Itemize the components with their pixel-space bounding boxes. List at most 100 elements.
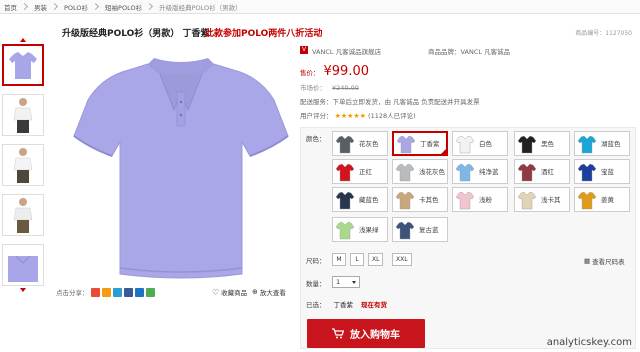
color-swatch[interactable]: 浅果绿 (332, 217, 388, 242)
shirt-swatch-icon (517, 191, 537, 209)
price-row: 售价： ¥99.00 (300, 64, 369, 79)
favorite-button[interactable]: ♡ 收藏商品 (212, 287, 247, 298)
breadcrumb-men[interactable]: 男装 (34, 2, 47, 12)
model-thumb-icon (13, 98, 33, 133)
share-douban-icon[interactable] (123, 287, 133, 297)
color-swatch-label: 花灰色 (359, 139, 379, 148)
color-swatch-label: 浅粉 (479, 195, 492, 204)
rating-stars: ★★★★★ (334, 112, 366, 120)
color-swatch[interactable]: 湖蓝色 (574, 131, 630, 156)
color-swatch[interactable]: 白色 (452, 131, 508, 156)
store-name[interactable]: VANCL 凡客诚品旗舰店 (312, 46, 381, 56)
breadcrumb-short-polo[interactable]: 短袖POLO衫 (105, 2, 142, 12)
shirt-swatch-icon (335, 135, 355, 153)
size-chart-label: 查看尺码表 (592, 258, 625, 266)
color-swatch[interactable]: 浅花灰色 (392, 159, 448, 184)
color-swatch[interactable]: 纯净蓝 (452, 159, 508, 184)
color-swatch[interactable]: 丁香紫 (392, 131, 448, 156)
polo-shirt-image (73, 58, 289, 279)
promo-text[interactable]: 此款参加POLO两件八折活动 (205, 26, 322, 39)
shirt-swatch-icon (455, 163, 475, 181)
product-title: 升级版经典POLO衫（男款） 丁香紫 (62, 29, 210, 39)
watermark: analyticskey.com (546, 337, 632, 348)
color-swatch-label: 复古蓝 (419, 225, 439, 234)
share-label: 点击分享： (56, 289, 89, 297)
breadcrumb-current: 升级版经典POLO衫（男款） (159, 3, 242, 12)
color-swatch-label: 黑色 (541, 139, 554, 148)
store-icon: V (300, 46, 308, 54)
color-swatch[interactable]: 藏蓝色 (332, 187, 388, 212)
shirt-swatch-icon (396, 135, 416, 153)
market-price-value: ¥240.00 (332, 84, 359, 92)
shirt-swatch-icon (395, 163, 415, 181)
color-swatch-label: 白色 (479, 139, 492, 148)
color-swatch[interactable]: 姜黄 (574, 187, 630, 212)
dropdown-arrow-icon (352, 281, 356, 284)
color-label: 颜色： (306, 135, 326, 143)
rating-count[interactable]: (1128人已评论) (368, 112, 416, 120)
color-swatch-label: 宝蓝 (601, 167, 614, 176)
share-weibo-icon[interactable] (90, 287, 100, 297)
share-qzone-icon[interactable] (101, 287, 111, 297)
quantity-select[interactable]: 1 (332, 276, 360, 288)
selected-label: 已选： (306, 301, 326, 309)
color-swatch-label: 浅果绿 (359, 225, 379, 234)
breadcrumb-home[interactable]: 首页 (4, 2, 17, 12)
shirt-swatch-icon (517, 163, 537, 181)
share-kaixin-icon[interactable] (145, 287, 155, 297)
color-swatch-label: 酒红 (541, 167, 554, 176)
color-swatch-label: 卡其色 (419, 195, 439, 204)
market-price-row: 市场价： ¥240.00 (300, 82, 359, 92)
shirt-swatch-icon (517, 135, 537, 153)
color-swatch[interactable]: 宝蓝 (574, 159, 630, 184)
breadcrumb-polo[interactable]: POLO衫 (64, 2, 88, 12)
color-swatch[interactable]: 卡其色 (392, 187, 448, 212)
size-xl-button[interactable]: XL (368, 253, 384, 266)
color-swatch[interactable]: 正红 (332, 159, 388, 184)
thumbnail-3[interactable] (2, 144, 44, 186)
quantity-label: 数量： (306, 280, 326, 288)
ruler-icon: ▦ (584, 257, 591, 265)
color-swatch-label: 湖蓝色 (601, 139, 621, 148)
add-to-cart-label: 放入购物车 (350, 330, 400, 341)
size-chart-link[interactable]: ▦ 查看尺码表 (584, 256, 625, 266)
zoom-button[interactable]: ⊕ 放大查看 (252, 287, 286, 297)
add-to-cart-button[interactable]: 放入购物车 (307, 319, 425, 348)
shirt-swatch-icon (455, 191, 475, 209)
thumb-up-arrow-icon[interactable] (20, 38, 26, 42)
main-product-image[interactable] (70, 52, 292, 282)
chevron-right-icon (92, 2, 100, 11)
color-swatch[interactable]: 浅粉 (452, 187, 508, 212)
color-swatch[interactable]: 花灰色 (332, 131, 388, 156)
price-value: ¥99.00 (323, 64, 370, 79)
share-renren-icon[interactable] (134, 287, 144, 297)
thumbnail-4[interactable] (2, 194, 44, 236)
brand-name: 商品品牌：VANCL 凡客诚品 (428, 48, 511, 56)
color-swatch[interactable]: 酒红 (514, 159, 570, 184)
color-swatch-label: 纯净蓝 (479, 167, 499, 176)
color-swatch[interactable]: 黑色 (514, 131, 570, 156)
share-tencent-icon[interactable] (112, 287, 122, 297)
shirt-swatch-icon (395, 191, 415, 209)
selected-check-icon (440, 148, 447, 155)
market-price-label: 市场价： (300, 84, 326, 92)
size-l-button[interactable]: L (350, 253, 364, 266)
color-swatch[interactable]: 浅卡其 (514, 187, 570, 212)
zoom-label: 放大查看 (259, 289, 286, 297)
shirt-detail-thumb-icon (8, 255, 38, 282)
size-m-button[interactable]: M (332, 253, 346, 266)
rating-label: 用户评分： (300, 112, 333, 120)
shirt-swatch-icon (335, 191, 355, 209)
shirt-swatch-icon (335, 163, 355, 181)
stock-status: 现在有货 (361, 301, 387, 309)
color-swatch[interactable]: 复古蓝 (392, 217, 448, 242)
shirt-swatch-icon (395, 221, 415, 239)
thumbnail-1[interactable] (2, 44, 44, 86)
size-xxl-button[interactable]: XXL (392, 253, 412, 266)
selected-color: 丁香紫 (333, 301, 354, 309)
thumb-down-arrow-icon[interactable] (20, 288, 26, 292)
product-number: 商品编号：1127050 (575, 30, 632, 37)
thumbnail-2[interactable] (2, 94, 44, 136)
cart-icon (332, 328, 344, 339)
thumbnail-5[interactable] (2, 244, 44, 286)
